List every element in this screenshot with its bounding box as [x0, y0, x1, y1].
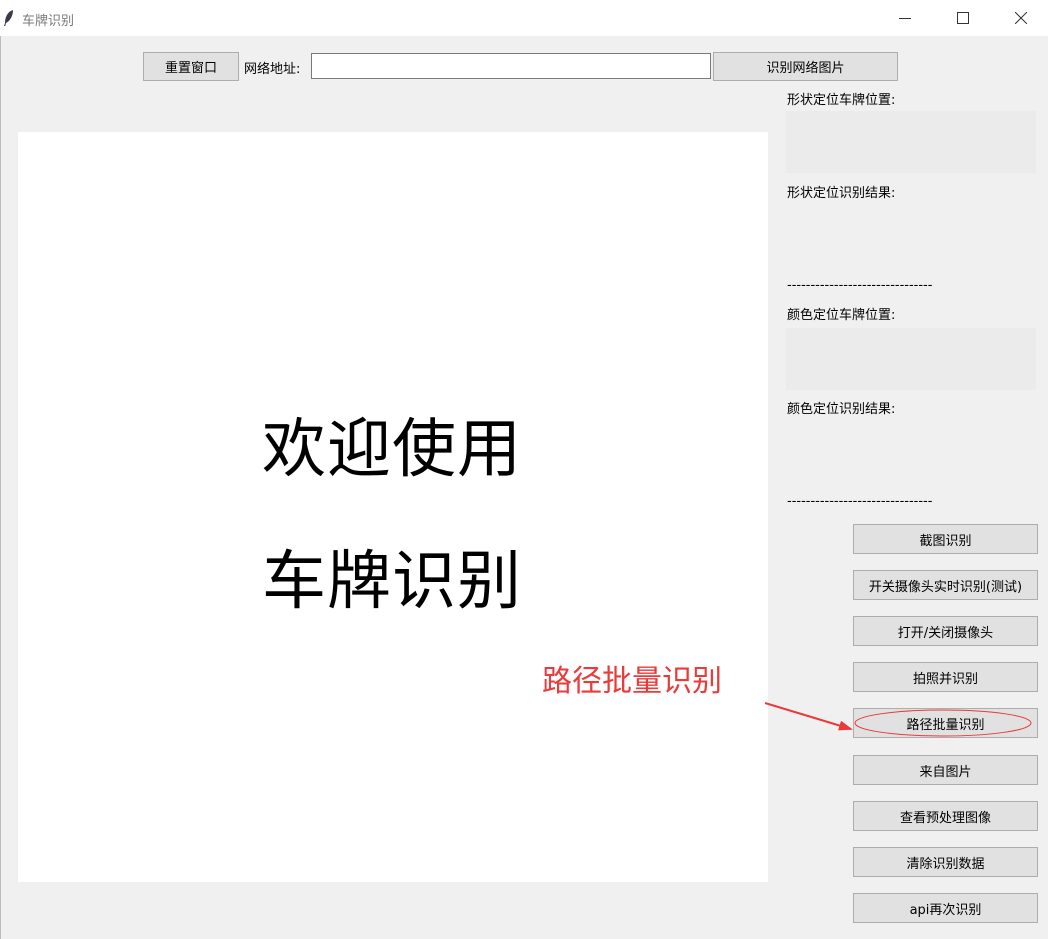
from-image-button[interactable]: 来自图片 — [853, 755, 1038, 785]
reset-window-button[interactable]: 重置窗口 — [143, 52, 239, 81]
color-result-label: 颜色定位识别结果: — [787, 402, 896, 417]
feather-icon — [4, 10, 13, 26]
screenshot-recognize-button[interactable]: 截图识别 — [853, 524, 1038, 554]
maximize-icon — [957, 12, 969, 24]
close-button[interactable] — [992, 0, 1048, 36]
color-plate-image — [786, 328, 1036, 390]
capture-recognize-button[interactable]: 拍照并识别 — [853, 662, 1038, 692]
annotation-text: 路径批量识别 — [542, 664, 722, 699]
clear-data-button[interactable]: 清除识别数据 — [853, 847, 1038, 877]
shape-result-label: 形状定位识别结果: — [787, 186, 896, 201]
annotation-arrow — [764, 702, 853, 731]
open-close-camera-button[interactable]: 打开/关闭摄像头 — [853, 616, 1038, 646]
window-title: 车牌识别 — [22, 14, 75, 29]
minimize-icon — [899, 18, 911, 19]
image-canvas: 欢迎使用 车牌识别 — [18, 132, 768, 882]
color-position-label: 颜色定位车牌位置: — [787, 308, 896, 323]
batch-path-recognize-button[interactable]: 路径批量识别 — [853, 708, 1038, 738]
shape-plate-image — [786, 111, 1036, 173]
app-window: 车牌识别 重置窗口 网络地址: 识别网络图片 欢迎使用 车牌识别 形状定位车牌位… — [0, 0, 1048, 939]
view-preprocessed-button[interactable]: 查看预处理图像 — [853, 801, 1038, 831]
minimize-button[interactable] — [876, 0, 934, 36]
shape-position-label: 形状定位车牌位置: — [787, 93, 896, 108]
url-input[interactable] — [311, 53, 711, 79]
url-label: 网络地址: — [244, 62, 301, 77]
welcome-line-1: 欢迎使用 — [262, 413, 522, 487]
separator-2: ------------------------------- — [787, 494, 933, 509]
api-recognize-again-button[interactable]: api再次识别 — [853, 893, 1038, 923]
close-icon — [1015, 12, 1027, 24]
maximize-button[interactable] — [934, 0, 992, 36]
title-bar[interactable]: 车牌识别 — [0, 0, 1048, 36]
main-panel: 重置窗口 网络地址: 识别网络图片 欢迎使用 车牌识别 形状定位车牌位置: 形状… — [0, 36, 1048, 939]
toggle-camera-realtime-button[interactable]: 开关摄像头实时识别(测试) — [853, 570, 1038, 600]
recognize-url-image-button[interactable]: 识别网络图片 — [713, 52, 898, 81]
separator-1: ------------------------------- — [787, 278, 933, 293]
welcome-line-2: 车牌识别 — [262, 545, 522, 619]
